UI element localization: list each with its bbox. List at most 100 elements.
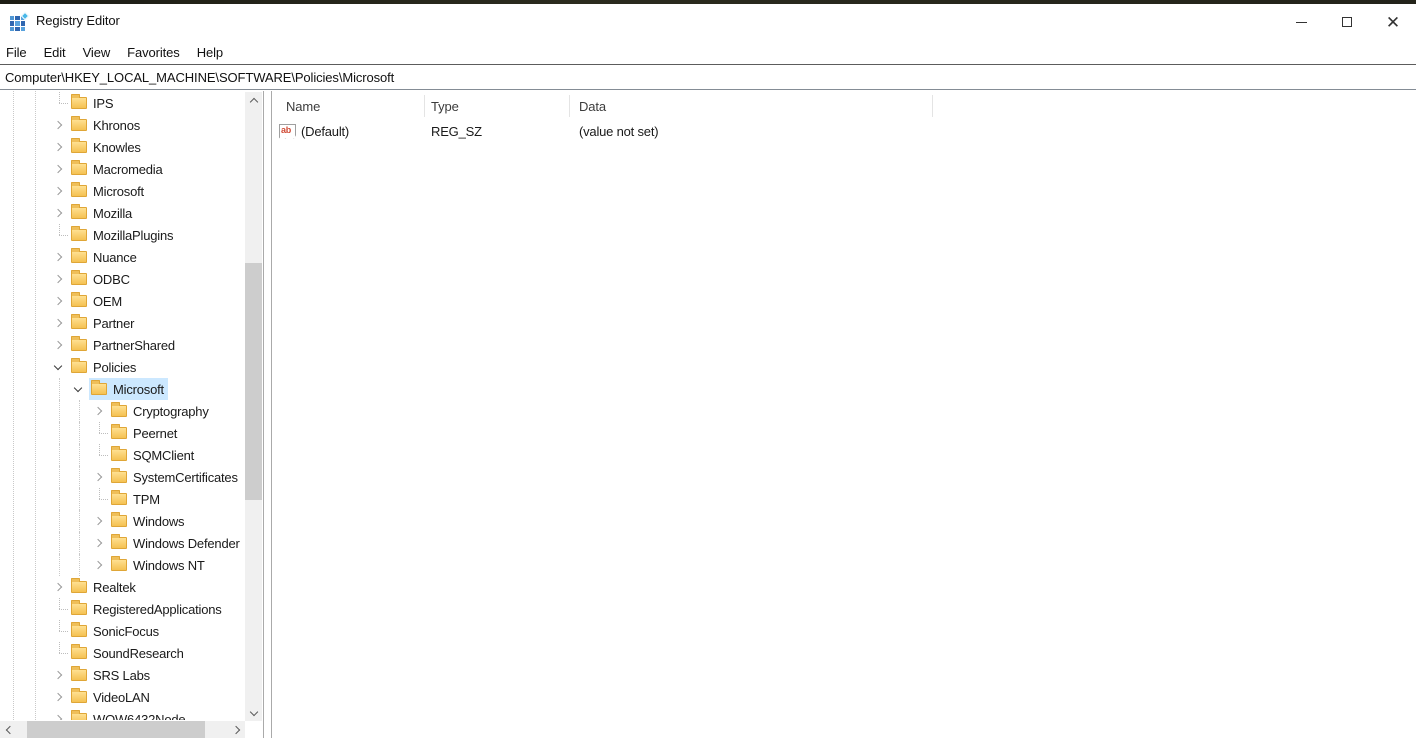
tree-node[interactable]: OEM (69, 290, 126, 312)
tree-node[interactable]: Knowles (69, 136, 145, 158)
tree-node[interactable]: Khronos (69, 114, 144, 136)
tree-item[interactable]: MozillaPlugins (0, 224, 245, 246)
address-bar[interactable]: Computer\HKEY_LOCAL_MACHINE\SOFTWARE\Pol… (0, 66, 1416, 90)
tree-item[interactable]: Mozilla (0, 202, 245, 224)
tree-item[interactable]: Peernet (0, 422, 245, 444)
chevron-down-icon[interactable] (54, 362, 62, 370)
chevron-right-icon[interactable] (94, 517, 102, 525)
tree-item[interactable]: Khronos (0, 114, 245, 136)
tree-node[interactable]: Microsoft (89, 378, 168, 400)
chevron-right-icon[interactable] (54, 275, 62, 283)
column-header-data[interactable]: Data (579, 92, 606, 120)
maximize-button[interactable] (1324, 4, 1370, 40)
tree-item[interactable]: Windows NT (0, 554, 245, 576)
value-row-default[interactable]: ab (Default) REG_SZ (value not set) (272, 120, 1416, 142)
tree-node[interactable]: TPM (109, 488, 164, 510)
scroll-up-button[interactable] (245, 92, 262, 109)
chevron-down-icon[interactable] (74, 384, 82, 392)
menu-view[interactable]: View (83, 45, 111, 60)
tree-item[interactable]: IPS (0, 92, 245, 114)
tree-node[interactable]: Mozilla (69, 202, 136, 224)
chevron-right-icon[interactable] (54, 143, 62, 151)
tree-node[interactable]: SystemCertificates (109, 466, 242, 488)
chevron-right-icon[interactable] (94, 561, 102, 569)
chevron-right-icon[interactable] (54, 297, 62, 305)
tree-item[interactable]: Microsoft (0, 180, 245, 202)
tree-item[interactable]: ODBC (0, 268, 245, 290)
scroll-down-button[interactable] (245, 704, 262, 721)
chevron-right-icon[interactable] (54, 165, 62, 173)
tree-node[interactable]: SonicFocus (69, 620, 163, 642)
tree-item[interactable]: SonicFocus (0, 620, 245, 642)
tree-item[interactable]: SystemCertificates (0, 466, 245, 488)
tree-node[interactable]: VideoLAN (69, 686, 154, 708)
tree-node[interactable]: Windows NT (109, 554, 209, 576)
chevron-right-icon[interactable] (94, 539, 102, 547)
chevron-right-icon[interactable] (54, 121, 62, 129)
tree-node[interactable]: Partner (69, 312, 138, 334)
chevron-right-icon[interactable] (54, 583, 62, 591)
scroll-left-button[interactable] (0, 721, 17, 738)
tree-node[interactable]: SRS Labs (69, 664, 154, 686)
menu-file[interactable]: File (6, 45, 27, 60)
tree-node[interactable]: Peernet (109, 422, 181, 444)
tree-item[interactable]: Nuance (0, 246, 245, 268)
tree-node[interactable]: SQMClient (109, 444, 198, 466)
chevron-right-icon[interactable] (54, 209, 62, 217)
tree-item[interactable]: TPM (0, 488, 245, 510)
tree-node[interactable]: Policies (69, 356, 140, 378)
chevron-right-icon[interactable] (54, 253, 62, 261)
column-divider[interactable] (932, 95, 933, 117)
tree-node[interactable]: IPS (69, 92, 117, 114)
minimize-button[interactable] (1278, 4, 1324, 40)
tree-node[interactable]: MozillaPlugins (69, 224, 177, 246)
tree-node[interactable]: Nuance (69, 246, 141, 268)
chevron-right-icon[interactable] (54, 671, 62, 679)
tree-item[interactable]: SoundResearch (0, 642, 245, 664)
tree-item[interactable]: WOW6432Node (0, 708, 245, 720)
tree-item[interactable]: Realtek (0, 576, 245, 598)
panel-splitter[interactable] (263, 91, 272, 738)
menu-favorites[interactable]: Favorites (127, 45, 180, 60)
tree-item[interactable]: RegisteredApplications (0, 598, 245, 620)
chevron-right-icon[interactable] (54, 715, 62, 720)
tree-item[interactable]: PartnerShared (0, 334, 245, 356)
tree-item[interactable]: Cryptography (0, 400, 245, 422)
chevron-right-icon[interactable] (94, 473, 102, 481)
tree-node[interactable]: Microsoft (69, 180, 148, 202)
tree-node[interactable]: ODBC (69, 268, 134, 290)
tree-item[interactable]: Policies (0, 356, 245, 378)
tree-item[interactable]: VideoLAN (0, 686, 245, 708)
tree-node[interactable]: PartnerShared (69, 334, 179, 356)
column-divider[interactable] (569, 95, 570, 117)
tree-item[interactable]: Macromedia (0, 158, 245, 180)
chevron-right-icon[interactable] (54, 187, 62, 195)
tree-item[interactable]: SRS Labs (0, 664, 245, 686)
chevron-right-icon[interactable] (54, 341, 62, 349)
tree-item[interactable]: OEM (0, 290, 245, 312)
tree-node[interactable]: Windows Defender (109, 532, 244, 554)
tree-node[interactable]: SoundResearch (69, 642, 188, 664)
tree-item[interactable]: Windows Defender (0, 532, 245, 554)
column-header-name[interactable]: Name (286, 92, 320, 120)
tree-node[interactable]: RegisteredApplications (69, 598, 226, 620)
tree-item[interactable]: Knowles (0, 136, 245, 158)
vertical-scroll-thumb[interactable] (245, 263, 262, 500)
tree-node[interactable]: Macromedia (69, 158, 167, 180)
column-divider[interactable] (424, 95, 425, 117)
tree-horizontal-scrollbar[interactable] (0, 721, 245, 738)
tree-item[interactable]: SQMClient (0, 444, 245, 466)
menu-edit[interactable]: Edit (44, 45, 66, 60)
tree-node[interactable]: WOW6432Node (69, 708, 189, 720)
tree-node[interactable]: Realtek (69, 576, 140, 598)
tree-node[interactable]: Windows (109, 510, 188, 532)
chevron-right-icon[interactable] (54, 319, 62, 327)
close-button[interactable]: ✕ (1370, 4, 1416, 40)
chevron-right-icon[interactable] (54, 693, 62, 701)
tree-node[interactable]: Cryptography (109, 400, 213, 422)
chevron-right-icon[interactable] (94, 407, 102, 415)
menu-help[interactable]: Help (197, 45, 223, 60)
tree-item[interactable]: Microsoft (0, 378, 245, 400)
column-header-type[interactable]: Type (431, 92, 459, 120)
horizontal-scroll-thumb[interactable] (27, 721, 205, 738)
